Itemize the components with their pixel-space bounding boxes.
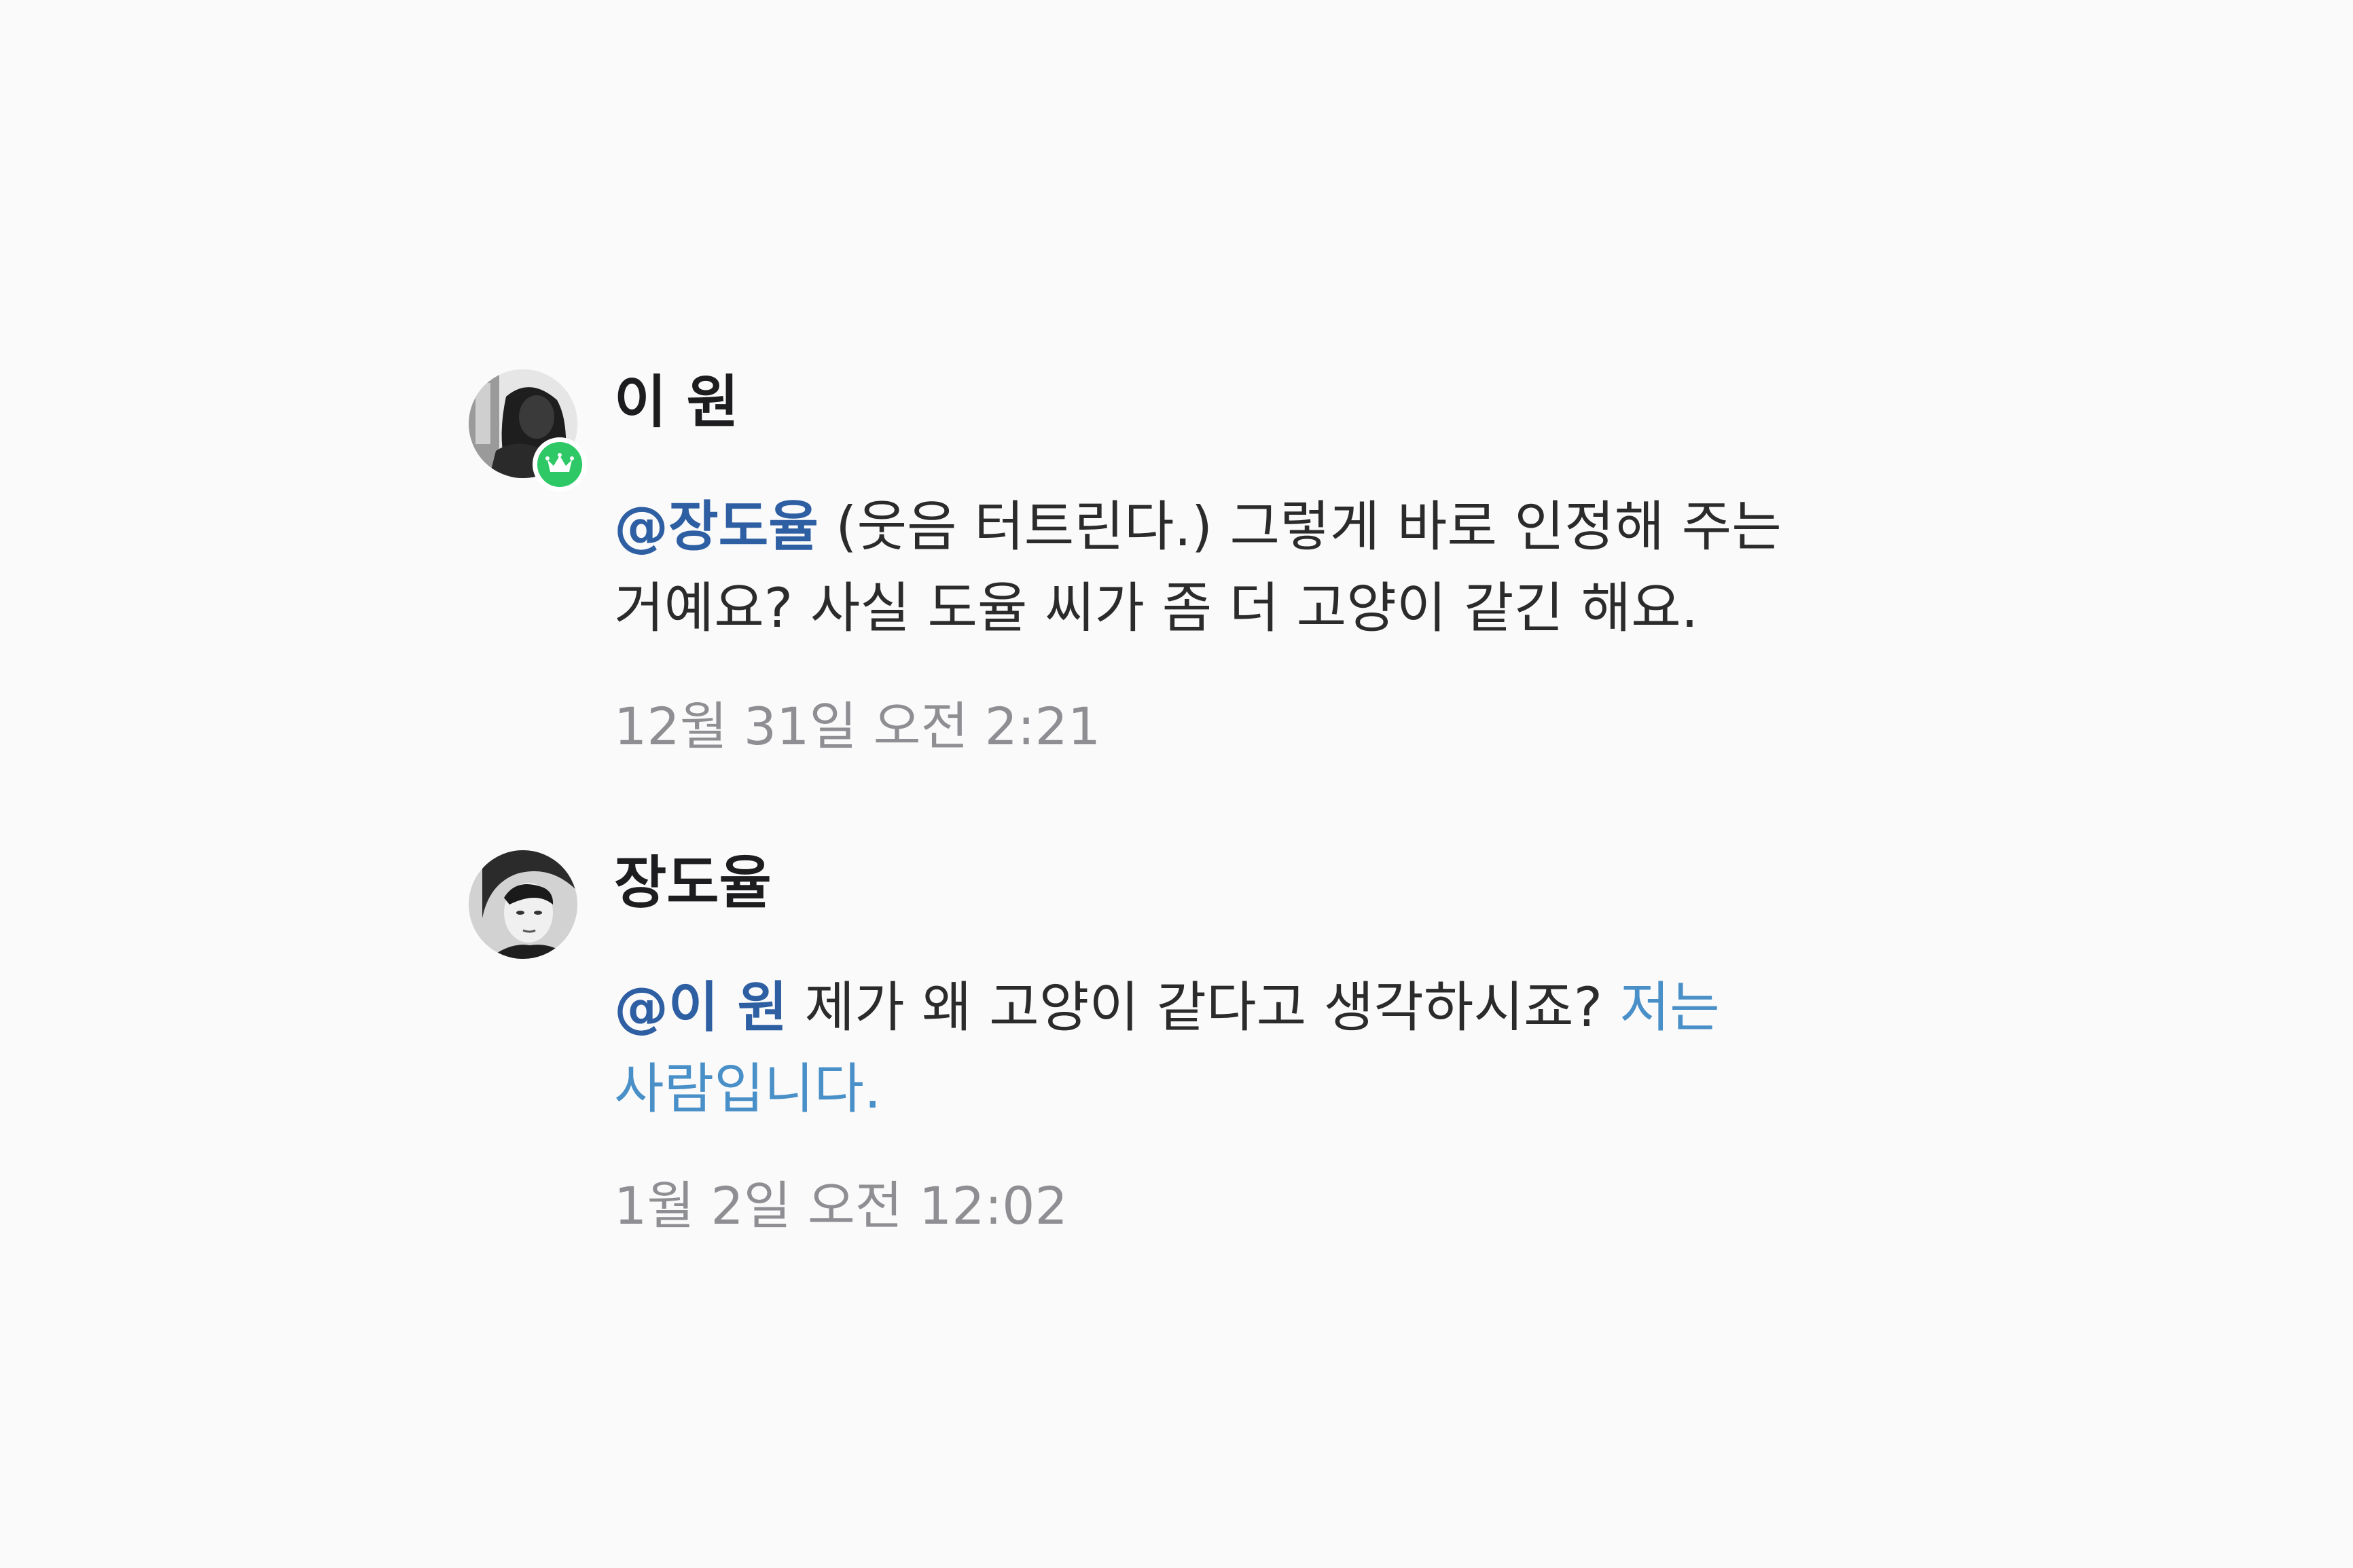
comment-body: @장도율 (웃음 터트린다.) 그렇게 바로 인정해 주는 거예요? 사실 도율…	[614, 486, 1878, 649]
comment-timestamp: 1월 2일 오전 12:02	[614, 1175, 1068, 1236]
comment-body: @이 원 제가 왜 고양이 같다고 생각하시죠? 저는 사람입니다.	[614, 967, 1878, 1130]
crown-icon	[545, 453, 574, 472]
comment-timestamp: 12월 31일 오전 2:21	[614, 696, 1101, 756]
author-name[interactable]: 이 원	[614, 373, 739, 431]
avatar[interactable]	[469, 850, 577, 959]
avatar-image	[469, 850, 577, 959]
mention-link[interactable]: @이 원	[614, 976, 787, 1039]
avatar[interactable]	[469, 369, 587, 492]
mention-link[interactable]: @장도율	[614, 495, 819, 558]
crown-badge	[533, 437, 587, 492]
comment-text: 제가 왜 고양이 같다고 생각하시죠?	[787, 976, 1620, 1039]
author-name[interactable]: 장도율	[614, 854, 772, 911]
